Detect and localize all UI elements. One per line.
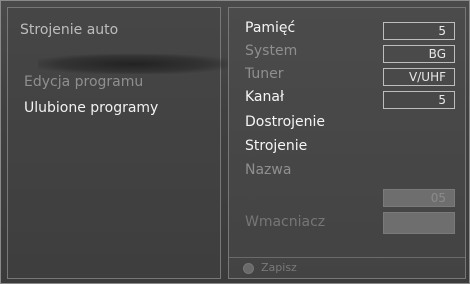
name-value[interactable]: 05 (383, 189, 455, 207)
tuner-label: Tuner (245, 66, 284, 82)
menu-item-favorite-programs[interactable]: Ulubione programy (24, 100, 158, 116)
menu-item-auto-tuning[interactable]: Strojenie auto (20, 22, 118, 38)
search-item[interactable]: Strojenie (245, 138, 307, 154)
storage-label: Pamięć (245, 20, 296, 36)
settings-panel: Pamięć 5 System BG Tuner V/UHF Kanał 5 D… (228, 7, 466, 279)
fine-tuning-item[interactable]: Dostrojenie (245, 114, 325, 130)
tuner-value[interactable]: V/UHF (383, 68, 455, 86)
channel-value[interactable]: 5 (383, 91, 455, 109)
tv-menu-screen: Strojenie auto Edycja programu Ulubione … (0, 0, 470, 284)
menu-item-program-edit[interactable]: Edycja programu (24, 74, 143, 90)
channel-label: Kanał (245, 89, 284, 105)
name-label: Nazwa (245, 162, 292, 178)
footer-bar: Zapisz (229, 257, 465, 278)
ok-button-icon (243, 263, 254, 274)
booster-label: Wmacniacz (245, 214, 326, 230)
save-hint: Zapisz (261, 261, 297, 274)
booster-value[interactable] (383, 212, 455, 234)
left-menu: Strojenie auto Edycja programu Ulubione … (7, 7, 228, 279)
selection-shadow (38, 54, 228, 74)
system-label: System (245, 43, 298, 59)
storage-value[interactable]: 5 (383, 22, 455, 40)
system-value[interactable]: BG (383, 45, 455, 63)
